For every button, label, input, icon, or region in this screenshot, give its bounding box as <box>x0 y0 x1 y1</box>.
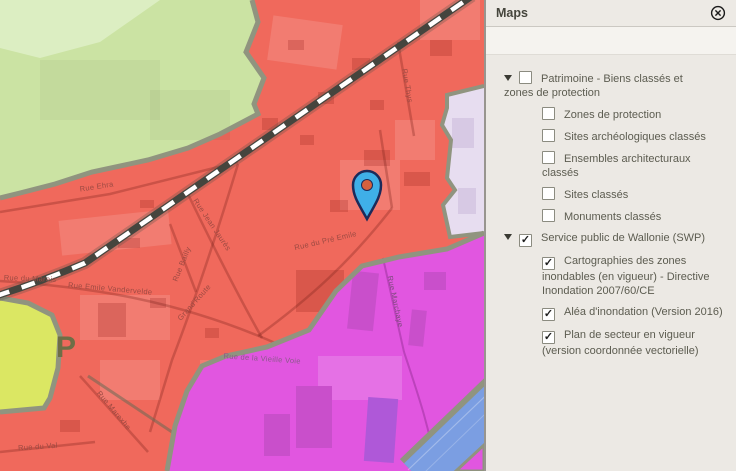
layer-label[interactable]: Ensembles architecturaux classés <box>542 153 691 179</box>
app-window: Rue EhraRue Jean JaurèsRue BaillyRue Emi… <box>0 0 736 471</box>
marker-hole <box>362 180 373 191</box>
layer-label[interactable]: Sites classés <box>564 189 628 201</box>
map-canvas[interactable]: Rue EhraRue Jean JaurèsRue BaillyRue Emi… <box>0 0 484 471</box>
layer-group-row: Patrimoine - Biens classés et zones de p… <box>486 71 736 100</box>
layer-label[interactable]: Service public de Wallonie (SWP) <box>541 232 705 244</box>
close-icon[interactable] <box>710 5 726 21</box>
layer-item-row: ✓ Aléa d'inondation (Version 2016) <box>486 305 736 321</box>
layer-group-row: ✓ Service public de Wallonie (SWP) <box>486 231 736 247</box>
layer-item-row: Monuments classés <box>486 209 736 224</box>
layer-checkbox[interactable] <box>542 129 555 142</box>
layer-checkbox[interactable]: ✓ <box>542 331 555 344</box>
layer-checkbox[interactable] <box>519 71 532 84</box>
layer-item-row: Sites classés <box>486 187 736 202</box>
layer-item-row: ✓Plan de secteur en vigueur (version coo… <box>486 328 736 358</box>
layer-label[interactable]: Plan de secteur en vigueur (version coor… <box>542 329 699 357</box>
layer-item-row: Sites archéologiques classés <box>486 129 736 144</box>
layer-label[interactable]: Cartographies des zones inondables (en v… <box>542 255 710 297</box>
layer-checkbox[interactable]: ✓ <box>542 308 555 321</box>
layer-label[interactable]: Sites archéologiques classés <box>564 131 706 143</box>
layer-checkbox[interactable] <box>542 151 555 164</box>
panel-title: Maps <box>496 6 528 20</box>
parking-label: P <box>56 331 76 364</box>
layer-checkbox[interactable]: ✓ <box>519 234 532 247</box>
layer-checkbox[interactable] <box>542 107 555 120</box>
expander-icon[interactable] <box>504 75 512 81</box>
map-viewport[interactable]: Rue EhraRue Jean JaurèsRue BaillyRue Emi… <box>0 0 484 471</box>
expander-icon[interactable] <box>504 234 512 240</box>
layer-label[interactable]: Aléa d'inondation (Version 2016) <box>564 306 723 318</box>
layer-label[interactable]: Monuments classés <box>564 211 661 223</box>
layer-checkbox[interactable] <box>542 187 555 200</box>
panel-toolbar <box>486 27 736 55</box>
layer-tree: Patrimoine - Biens classés et zones de p… <box>486 55 736 471</box>
panel-header: Maps <box>486 0 736 27</box>
layer-checkbox[interactable]: ✓ <box>542 257 555 270</box>
layer-label[interactable]: Zones de protection <box>564 109 661 121</box>
layer-item-row: ✓Cartographies des zones inondables (en … <box>486 254 736 298</box>
layer-checkbox[interactable] <box>542 209 555 222</box>
layer-item-row: Ensembles architecturaux classés <box>486 151 736 180</box>
maps-panel: Maps Patrimoine - Biens classés et zones… <box>484 0 736 471</box>
layer-item-row: Zones de protection <box>486 107 736 122</box>
street-label: Rue du Marais <box>4 273 57 284</box>
